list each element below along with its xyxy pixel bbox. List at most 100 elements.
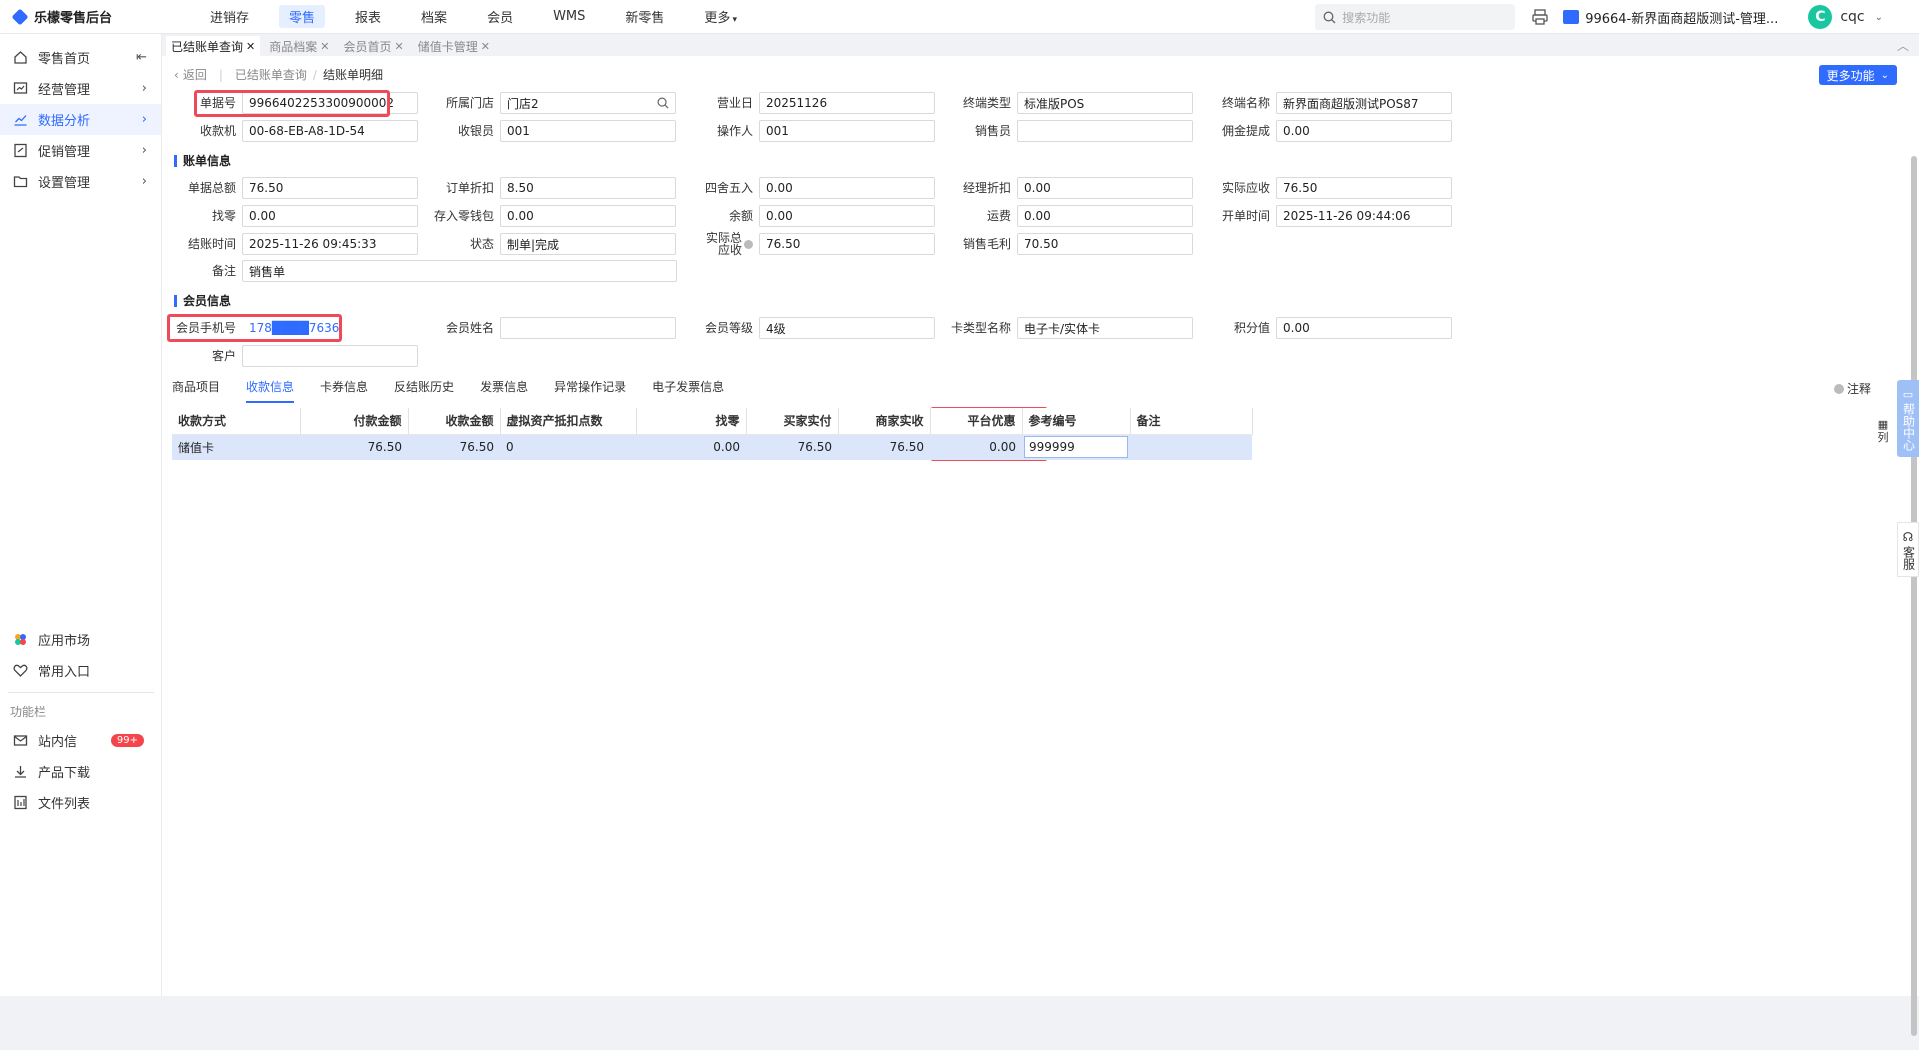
column-header[interactable]: 付款金额 [300,408,409,435]
nav-reports[interactable]: 报表 [345,5,391,28]
wallet-input[interactable]: 0.00 [500,205,676,227]
chevron-left-icon[interactable]: ‹ [174,68,179,82]
app-logo[interactable]: 乐檬零售后台 [0,7,200,26]
member-level-input[interactable]: 4级 [759,317,935,339]
close-icon[interactable]: ✕ [320,40,329,53]
card-type-input[interactable]: 电子卡/实体卡 [1017,317,1193,339]
printer-icon[interactable] [1531,8,1549,26]
column-header[interactable]: 收款方式 [172,408,301,435]
sidebar-item-data-analysis[interactable]: 数据分析 › [0,104,161,135]
rounding-input[interactable]: 0.00 [759,177,935,199]
nav-member[interactable]: 会员 [477,5,523,28]
tab-invoice-info[interactable]: 发票信息 [480,378,528,403]
more-functions-button[interactable]: 更多功能 ⌄ [1818,65,1897,85]
balance-input[interactable]: 0.00 [759,205,935,227]
pos-input[interactable]: 00-68-EB-A8-1D-54 [242,120,418,142]
store-select[interactable]: 门店2 [500,92,676,114]
receivable-input[interactable]: 76.50 [1276,177,1452,199]
freight-input[interactable]: 0.00 [1017,205,1193,227]
tab-stored-value-card[interactable]: 储值卡管理 ✕ [413,36,495,56]
sidebar-item-settings[interactable]: 设置管理 › [0,166,161,197]
field-label: 终端名称 [1221,96,1270,110]
tab-payment-info[interactable]: 收款信息 [246,378,295,403]
column-header[interactable]: 备注 [1130,408,1253,435]
sidebar-item-files[interactable]: 文件列表 [0,787,162,818]
close-icon[interactable]: ✕ [481,40,490,53]
customer-service-button[interactable]: ☊ 客服 [1897,522,1919,577]
vertical-scrollbar[interactable] [1909,150,1919,1050]
status-input[interactable]: 制单|完成 [500,233,676,255]
tab-product-archive[interactable]: 商品档案 ✕ [264,36,334,56]
biz-day-input[interactable]: 20251126 [759,92,935,114]
help-center-button[interactable]: ▭ 帮助中心 [1897,380,1919,457]
search-input[interactable]: 搜索功能 [1315,4,1516,30]
sidebar-item-app-market[interactable]: 应用市场 [0,624,162,655]
sidebar-item-download[interactable]: 产品下载 [0,756,162,787]
operator-input[interactable]: 001 [759,120,935,142]
member-name-input[interactable] [500,317,676,339]
column-settings-button[interactable]: ▦ 列 [1877,418,1889,444]
terminal-type-input[interactable]: 标准版POS [1017,92,1193,114]
tab-items[interactable]: 商品项目 [172,378,220,403]
sidebar-item-promotion[interactable]: 促销管理 › [0,135,161,166]
close-icon[interactable]: ✕ [394,40,403,53]
close-time-input[interactable]: 2025-11-26 09:45:33 [242,233,418,255]
nav-more[interactable]: 更多 ▾ [694,5,747,28]
close-icon[interactable]: ✕ [246,40,255,53]
breadcrumb-parent[interactable]: 已结账单查询 [235,66,307,83]
sidebar-item-favorites[interactable]: 常用入口 [0,655,162,686]
manager-discount-input[interactable]: 0.00 [1017,177,1193,199]
nav-retail[interactable]: 零售 [279,5,326,28]
tab-exception-log[interactable]: 异常操作记录 [554,378,626,403]
customer-input[interactable] [242,345,418,367]
store-switcher[interactable]: 99664-新界面商超版测试-管理... [1563,8,1778,27]
seller-input[interactable] [1017,120,1193,142]
commission-input[interactable]: 0.00 [1276,120,1452,142]
tab-settled-bills[interactable]: 已结账单查询 ✕ [166,36,261,56]
field-label: 结账时间 [187,237,236,251]
sidebar-item-operations[interactable]: 经营管理 › [0,73,161,104]
total-input[interactable]: 76.50 [242,177,418,199]
table-row[interactable]: 储值卡 76.50 76.50 0 0.00 76.50 76.50 0.00 … [172,434,1252,460]
nav-new-retail[interactable]: 新零售 [615,5,674,28]
highlight-bill-no [194,90,390,117]
open-time-input[interactable]: 2025-11-26 09:44:06 [1276,205,1452,227]
tab-e-invoice[interactable]: 电子发票信息 [652,378,724,403]
sidebar-item-inbox[interactable]: 站内信 99+ [0,725,162,756]
column-header[interactable]: 商家实收 [838,408,931,435]
table-cell [1130,434,1252,460]
info-icon[interactable] [744,239,753,249]
scrollbar-thumb[interactable] [1911,156,1917,1036]
user-menu[interactable]: C cqc ⌄ [1808,5,1883,29]
more-functions-label: 更多功能 [1826,68,1875,83]
nav-archives[interactable]: 档案 [411,5,457,28]
column-header[interactable]: 平台优惠 [930,408,1023,435]
trend-icon [12,112,28,128]
reference-no-input[interactable]: 999999 [1024,436,1128,459]
column-header[interactable]: 买家实付 [746,408,839,435]
remark-input[interactable]: 销售单 [242,260,677,282]
chevron-up-icon[interactable]: ︿ [1897,37,1909,54]
mail-icon [12,733,28,749]
column-header[interactable]: 虚拟资产抵扣点数 [500,408,637,435]
points-input[interactable]: 0.00 [1276,317,1452,339]
back-link[interactable]: 返回 [183,66,207,83]
profit-input[interactable]: 70.50 [1017,233,1193,255]
column-header[interactable]: 找零 [636,408,747,435]
column-header[interactable]: 参考编号 [1022,408,1131,435]
nav-wms[interactable]: WMS [543,7,595,26]
tab-reverse-history[interactable]: 反结账历史 [394,378,454,403]
actual-total-input[interactable]: 76.50 [759,233,935,255]
terminal-name-input[interactable]: 新界面商超版测试POS87 [1276,92,1452,114]
notes-toggle[interactable]: 注释 [1833,380,1871,397]
sidebar-item-retail-home[interactable]: 零售首页 ⇤ [0,42,161,73]
column-header[interactable]: 收款金额 [408,408,501,435]
cashier-input[interactable]: 001 [500,120,676,142]
order-discount-input[interactable]: 8.50 [500,177,676,199]
collapse-sidebar-icon[interactable]: ⇤ [136,50,147,65]
tab-coupon-info[interactable]: 卡券信息 [320,378,368,403]
search-icon[interactable] [657,97,669,109]
nav-inventory[interactable]: 进销存 [200,5,259,28]
tab-member-home[interactable]: 会员首页 ✕ [338,36,408,56]
change-input[interactable]: 0.00 [242,205,418,227]
